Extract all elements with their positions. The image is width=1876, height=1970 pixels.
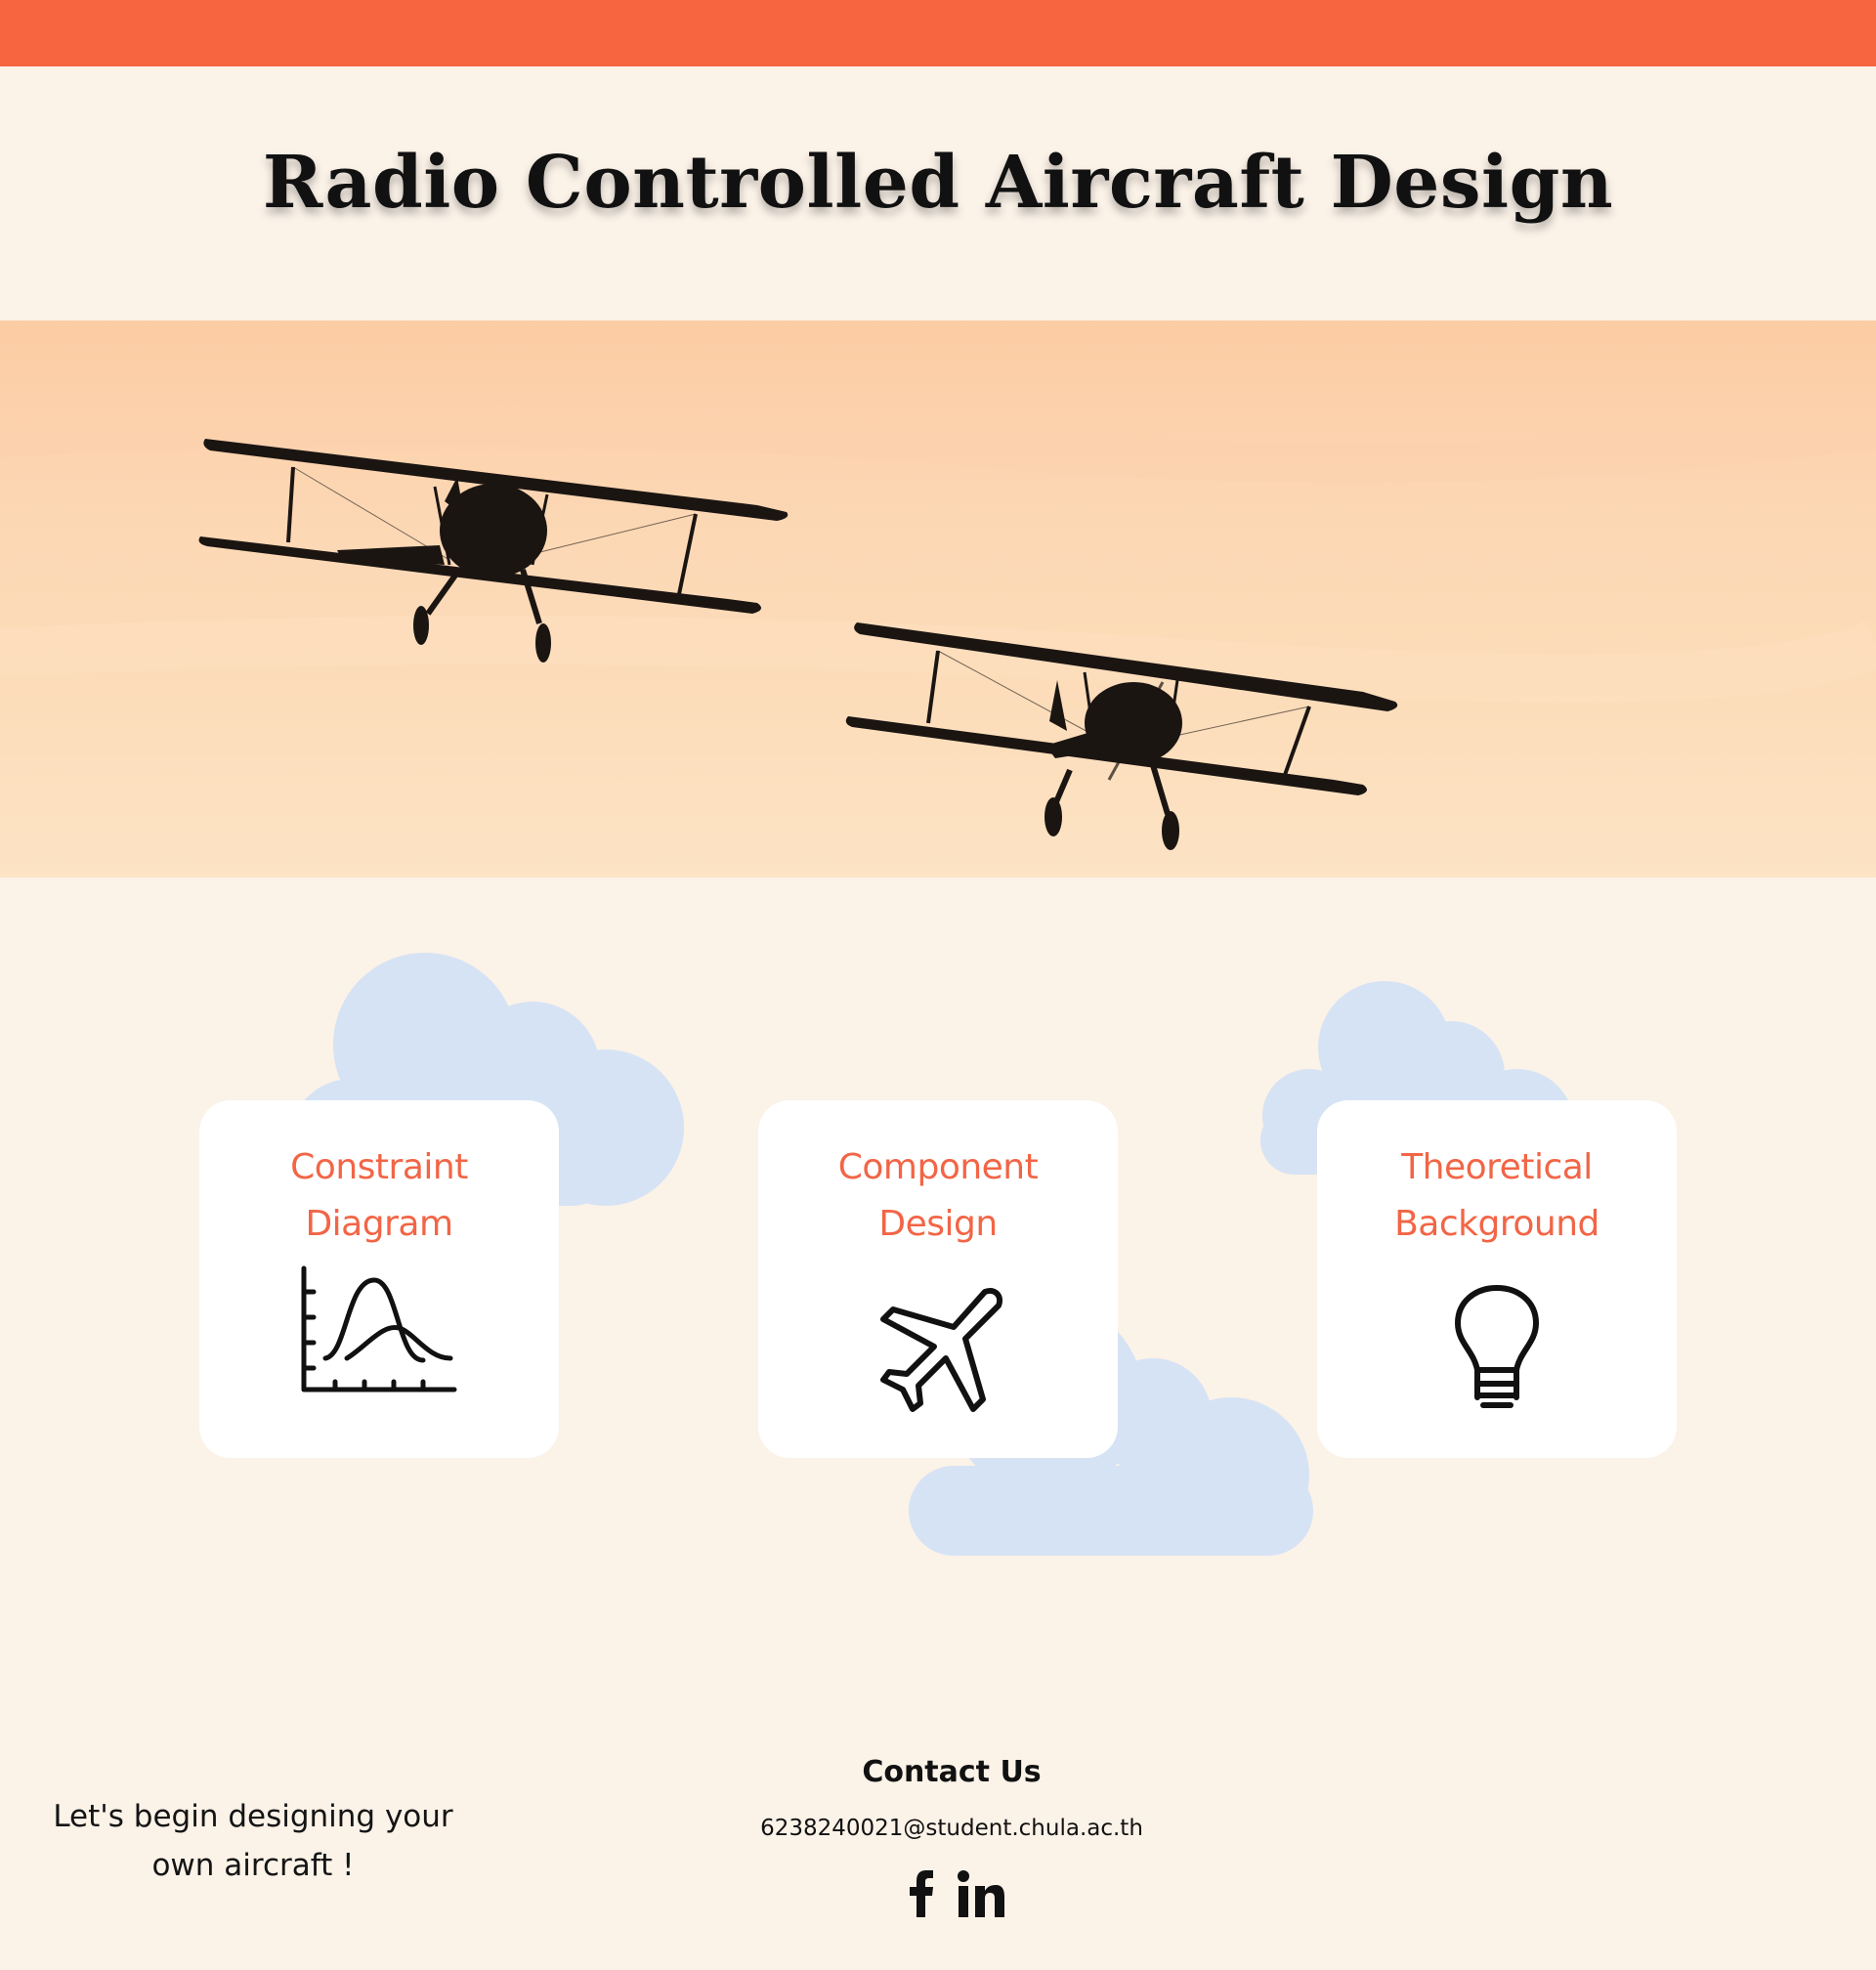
biplanes-image [0,321,1876,878]
card-component-design[interactable]: Component Design [758,1100,1118,1458]
facebook-icon[interactable] [909,1866,934,1921]
card-label: Constraint Diagram [290,1147,468,1244]
contact-title: Contact Us [862,1755,1042,1789]
top-accent-bar [0,0,1876,66]
lightbulb-icon [1317,1282,1677,1417]
card-label: Component Design [837,1147,1039,1244]
airplane-icon [758,1284,1118,1425]
card-theoretical-background[interactable]: Theoretical Background [1317,1100,1677,1458]
linkedin-icon[interactable] [958,1866,1004,1921]
chart-icon [199,1264,559,1401]
contact-email[interactable]: 6238240021@student.chula.ac.th [727,1816,1176,1841]
card-constraint-diagram[interactable]: Constraint Diagram [199,1100,559,1458]
footer-tagline: Let's begin designing your own aircraft … [53,1799,453,1883]
hero-banner [0,321,1876,878]
page-title: Radio Controlled Aircraft Design [262,141,1614,225]
card-label: Theoretical Background [1394,1147,1599,1244]
